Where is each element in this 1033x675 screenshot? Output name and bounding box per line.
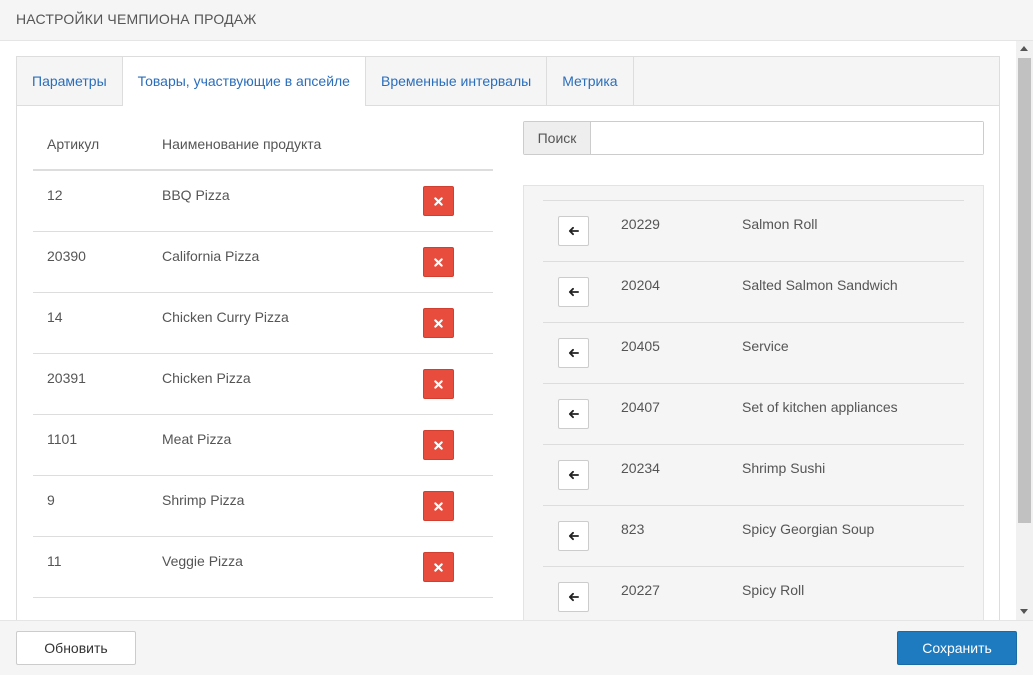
table-row: 14 Chicken Curry Pizza [33,293,493,354]
remove-product-button[interactable] [423,430,454,460]
times-icon [434,196,443,206]
list-item: 20234 Shrimp Sushi [543,445,964,506]
item-product-name: Salted Salmon Sandwich [742,277,898,293]
item-sku: 823 [621,521,645,537]
row-sku: 20390 [47,248,86,264]
item-sku: 20407 [621,399,660,415]
scroll-up-icon[interactable] [1020,46,1028,51]
row-product-name: Shrimp Pizza [162,492,245,508]
modal-title: НАСТРОЙКИ ЧЕМПИОНА ПРОДАЖ [16,11,257,27]
row-sku: 11 [47,553,62,569]
item-product-name: Spicy Roll [742,582,805,598]
list-item: 20407 Set of kitchen appliances [543,384,964,445]
remove-product-button[interactable] [423,491,454,521]
add-product-button[interactable] [558,399,589,429]
item-sku: 20227 [621,582,660,598]
add-product-button[interactable] [558,216,589,246]
list-item: 20229 Salmon Roll [543,201,964,262]
remove-product-button[interactable] [423,369,454,399]
times-icon [434,379,443,389]
item-sku: 20229 [621,216,660,232]
row-product-name: California Pizza [162,248,260,264]
scrollbar-thumb[interactable] [1018,58,1031,523]
item-sku: 20204 [621,277,660,293]
column-header-sku: Артикул [47,136,100,152]
add-product-button[interactable] [558,521,589,551]
tab-bar: Параметры Товары, участвующие в апсейле … [17,57,999,106]
refresh-button[interactable]: Обновить [16,631,136,665]
table-row: 20390 California Pizza [33,232,493,293]
table-row: 1101 Meat Pizza [33,415,493,476]
row-sku: 1101 [47,431,78,447]
add-product-button[interactable] [558,460,589,490]
add-product-button[interactable] [558,277,589,307]
search-label: Поиск [524,122,591,154]
arrow-left-icon [568,592,579,602]
item-product-name: Spicy Georgian Soup [742,521,875,537]
remove-product-button[interactable] [423,308,454,338]
item-product-name: Salmon Roll [742,216,818,232]
table-header: Артикул Наименование продукта [33,106,493,171]
table-row: 20391 Chicken Pizza [33,354,493,415]
row-sku: 9 [47,492,55,508]
arrow-left-icon [568,531,579,541]
tab-metric[interactable]: Метрика [547,57,634,105]
search-input[interactable] [591,122,983,154]
modal-scrollbar[interactable] [1016,41,1033,620]
modal-header: НАСТРОЙКИ ЧЕМПИОНА ПРОДАЖ [0,0,1033,41]
row-sku: 12 [47,187,63,203]
selected-products-table: Артикул Наименование продукта 12 BBQ Pizz… [33,106,493,598]
row-product-name: Chicken Pizza [162,370,251,386]
table-row: 11 Veggie Pizza [33,537,493,598]
list-item: 823 Spicy Georgian Soup [543,506,964,567]
list-item: 20227 Spicy Roll [543,567,964,620]
row-sku: 14 [47,309,63,325]
tab-time-intervals[interactable]: Временные интервалы [366,57,548,105]
remove-product-button[interactable] [423,552,454,582]
available-products-well[interactable]: 20229 Salmon Roll 20204 Salted Salmon Sandw… [523,185,984,620]
save-button[interactable]: Сохранить [897,631,1017,665]
arrow-left-icon [568,470,579,480]
row-sku: 20391 [47,370,86,386]
remove-product-button[interactable] [423,186,454,216]
arrow-left-icon [568,226,579,236]
available-products-list: 20229 Salmon Roll 20204 Salted Salmon Sandw… [543,200,964,620]
list-item: 20204 Salted Salmon Sandwich [543,262,964,323]
modal-footer: Обновить Сохранить [0,620,1033,675]
arrow-left-icon [568,409,579,419]
scroll-down-icon[interactable] [1020,609,1028,614]
times-icon [434,501,443,511]
tab-parameters[interactable]: Параметры [17,57,123,105]
times-icon [434,257,443,267]
add-product-button[interactable] [558,338,589,368]
row-product-name: Veggie Pizza [162,553,243,569]
list-item: 20405 Service [543,323,964,384]
settings-panel: Параметры Товары, участвующие в апсейле … [16,56,1000,620]
tab-upsell-products[interactable]: Товары, участвующие в апсейле [122,57,366,106]
item-product-name: Service [742,338,789,354]
times-icon [434,440,443,450]
modal-body: Параметры Товары, участвующие в апсейле … [0,41,1016,620]
table-row: 12 BBQ Pizza [33,171,493,232]
item-sku: 20234 [621,460,660,476]
item-product-name: Shrimp Sushi [742,460,826,476]
column-header-name: Наименование продукта [162,136,322,152]
add-product-button[interactable] [558,582,589,612]
arrow-left-icon [568,348,579,358]
search-group: Поиск [523,121,984,155]
remove-product-button[interactable] [423,247,454,277]
row-product-name: BBQ Pizza [162,187,230,203]
times-icon [434,318,443,328]
row-product-name: Meat Pizza [162,431,232,447]
times-icon [434,562,443,572]
row-product-name: Chicken Curry Pizza [162,309,289,325]
item-product-name: Set of kitchen appliances [742,399,898,415]
tab-content: Артикул Наименование продукта 12 BBQ Pizz… [17,106,999,620]
table-row: 9 Shrimp Pizza [33,476,493,537]
arrow-left-icon [568,287,579,297]
item-sku: 20405 [621,338,660,354]
